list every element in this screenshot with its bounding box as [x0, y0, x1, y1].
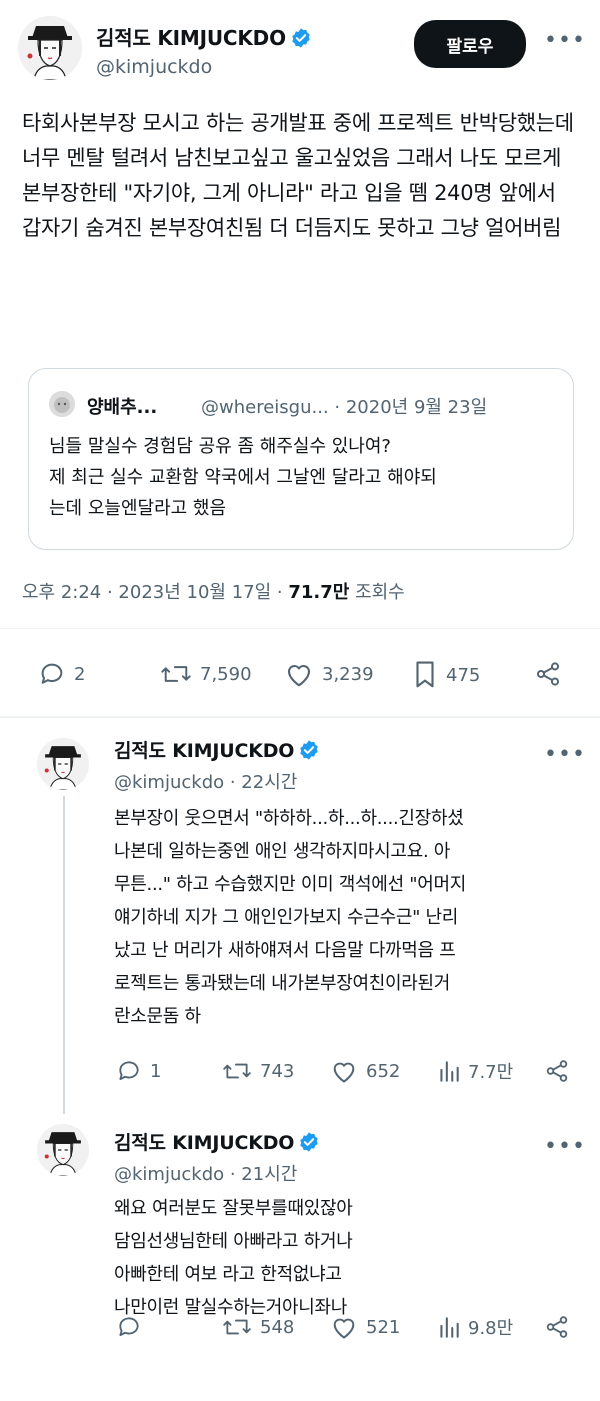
quoted-meta: @whereisgu... · 2020년 9월 23일	[201, 393, 487, 419]
reply-count: 1	[150, 1060, 162, 1082]
quoted-text-line: 는데 오늘엔달라고 했음	[49, 498, 227, 519]
verified-badge-icon	[298, 1131, 320, 1153]
verified-badge-icon	[298, 739, 320, 761]
divider	[0, 628, 600, 629]
reply-avatar[interactable]	[37, 738, 89, 790]
avatar-illustration	[37, 1124, 89, 1176]
retweet-icon	[161, 666, 191, 682]
quoted-author-name: 양배추...	[87, 397, 158, 418]
author-name[interactable]: 김적도 KIMJUCKDO	[96, 22, 312, 51]
share-button[interactable]	[544, 1314, 570, 1340]
retweet-button[interactable]: 548	[222, 1314, 294, 1340]
like-count: 652	[366, 1060, 401, 1082]
share-icon	[536, 662, 560, 686]
view-label: 조회수	[349, 582, 405, 603]
like-button[interactable]: 652	[330, 1058, 400, 1084]
avatar-illustration	[18, 16, 82, 80]
tweet-timestamp[interactable]: 오후 2:24 · 2023년 10월 17일 · 71.7만 조회수	[22, 578, 405, 604]
reply-text-line: 본부장이 웃으면서 "하하하...하...하....긴장하셨	[114, 808, 464, 829]
quoted-avatar	[49, 391, 75, 417]
reply-author-name[interactable]: 김적도 KIMJUCKDO	[114, 736, 320, 763]
bookmark-count: 475	[446, 664, 481, 686]
reply-count: 2	[74, 663, 86, 685]
reply-button[interactable]	[116, 1314, 150, 1340]
reply-text-line: 란소문돔 하	[114, 1006, 201, 1027]
quoted-text: 님들 말실수 경험담 공유 좀 해주실수 있나여? 제 최근 실수 교환함 약국…	[49, 431, 569, 524]
like-button[interactable]: 3,239	[284, 660, 374, 688]
reply-author-name-text: 김적도 KIMJUCKDO	[114, 740, 295, 762]
reply-icon	[41, 663, 63, 684]
retweet-count: 548	[260, 1316, 295, 1338]
views-icon	[440, 1317, 459, 1338]
views-icon	[440, 1061, 459, 1082]
more-icon[interactable]: •••	[544, 1136, 586, 1158]
reply-text-line: 나본데 일하는중엔 애인 생각하지마시고요. 아	[114, 841, 451, 862]
avatar-illustration	[37, 738, 89, 790]
more-icon[interactable]: •••	[544, 744, 586, 766]
divider	[0, 716, 600, 718]
reply-text-line: 아빠한테 여보 라고 한적없냐고	[114, 1264, 342, 1285]
views-count: 9.8만	[468, 1318, 514, 1339]
reply-time: · 21시간	[224, 1164, 298, 1185]
reply-handle[interactable]: @kimjuckdo · 21시간	[114, 1160, 297, 1186]
like-icon	[287, 664, 311, 687]
quoted-text-line: 님들 말실수 경험담 공유 좀 해주실수 있나여?	[49, 436, 391, 457]
reply-button[interactable]: 2	[38, 660, 85, 688]
tweet-text: 타회사본부장 모시고 하는 공개발표 중에 프로젝트 반박당했는데 너무 멘탈 …	[22, 111, 574, 240]
reply-text-line: 담임선생님한테 아빠라고 하거나	[114, 1231, 353, 1252]
views-button[interactable]: 7.7만	[438, 1058, 513, 1084]
retweet-button[interactable]: 7,590	[160, 660, 252, 688]
like-icon	[333, 1062, 355, 1083]
quoted-date: · 2020년 9월 23일	[334, 397, 488, 418]
like-count: 521	[366, 1316, 401, 1338]
reply-button[interactable]: 1	[116, 1058, 161, 1084]
retweet-icon	[223, 1063, 251, 1079]
reply-text-line: 왜요 여러분도 잘못부를때있잖아	[114, 1198, 353, 1219]
more-icon[interactable]: •••	[544, 30, 586, 52]
bookmark-icon	[416, 661, 434, 688]
views-count: 7.7만	[468, 1062, 514, 1083]
share-icon	[546, 1316, 568, 1338]
quoted-tweet[interactable]: 양배추... @whereisgu... · 2020년 9월 23일 님들 말…	[28, 368, 574, 550]
view-count: 71.7만	[288, 582, 350, 603]
reply-text-line: 얘기하네 지가 그 애인인가보지 수근수근" 난리	[114, 907, 459, 928]
retweet-icon	[223, 1319, 251, 1335]
quoted-handle: @whereisgu...	[201, 397, 329, 418]
reply-text-line: 났고 난 머리가 새하얘져서 다음말 다까먹음 프	[114, 940, 456, 961]
reply-icon	[119, 1061, 139, 1081]
reply-text-line: 무튼..." 하고 수습했지만 이미 객석에선 "어머지	[114, 874, 467, 895]
retweet-count: 743	[260, 1060, 295, 1082]
reply-icon	[119, 1317, 139, 1337]
like-icon	[333, 1318, 355, 1339]
reply-avatar[interactable]	[37, 1124, 89, 1176]
reply-author-name-text: 김적도 KIMJUCKDO	[114, 1132, 295, 1154]
author-name-text: 김적도 KIMJUCKDO	[96, 26, 286, 50]
reply-handle-text: @kimjuckdo	[114, 772, 225, 793]
reply-time: · 22시간	[224, 772, 298, 793]
retweet-count: 7,590	[200, 663, 252, 685]
reply-text: 왜요 여러분도 잘못부를때있잖아 담임선생님한테 아빠라고 하거나 아빠한테 여…	[114, 1192, 584, 1324]
retweet-button[interactable]: 743	[222, 1058, 294, 1084]
verified-badge-icon	[290, 27, 312, 49]
reply-handle-text: @kimjuckdo	[114, 1164, 225, 1185]
share-button[interactable]	[544, 1058, 570, 1084]
thread-connector	[63, 796, 65, 1114]
share-button[interactable]	[534, 660, 562, 688]
views-button[interactable]: 9.8만	[438, 1314, 513, 1340]
reply-author-name[interactable]: 김적도 KIMJUCKDO	[114, 1128, 320, 1155]
timestamp-text: 오후 2:24 · 2023년 10월 17일 ·	[22, 582, 289, 603]
follow-button[interactable]: 팔로우	[414, 20, 526, 68]
like-count: 3,239	[322, 663, 374, 685]
reply-text: 본부장이 웃으면서 "하하하...하...하....긴장하셨 나본데 일하는중엔…	[114, 802, 584, 1033]
reply-handle[interactable]: @kimjuckdo · 22시간	[114, 768, 297, 794]
bookmark-button[interactable]: 475	[412, 660, 480, 690]
share-icon	[546, 1060, 568, 1082]
author-avatar[interactable]	[18, 16, 82, 80]
reply-text-line: 로젝트는 통과됐는데 내가본부장여친이라된거	[114, 973, 451, 994]
author-handle[interactable]: @kimjuckdo	[96, 56, 212, 78]
like-button[interactable]: 521	[330, 1314, 400, 1340]
quoted-text-line: 제 최근 실수 교환함 약국에서 그날엔 달라고 해야되	[49, 467, 437, 488]
